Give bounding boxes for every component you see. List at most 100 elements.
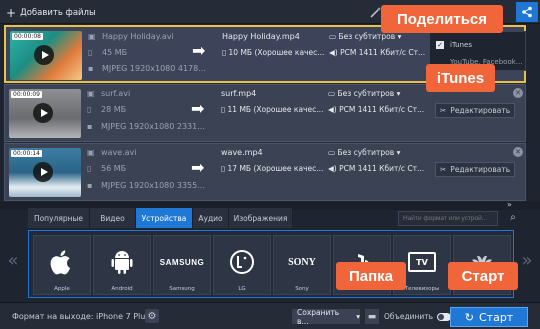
plus-icon: + (6, 5, 17, 20)
tab-popular[interactable]: Популярные (28, 208, 90, 228)
file-row[interactable]: 00:00:14 ▣ wave.avi ▯ 56 МБ ▪ MJPEG 1920x10… (4, 143, 526, 201)
duration-badge: 00:00:09 (11, 91, 42, 98)
source-size: ▯ 56 МБ (87, 164, 127, 173)
source-codec: ▪ MJPEG 1920x1080 4178... (88, 64, 206, 73)
output-size[interactable]: ▯ 11 МБ (Хорошее качес... (221, 105, 323, 114)
play-icon[interactable] (33, 103, 53, 123)
share-button[interactable] (516, 2, 538, 22)
itunes-callout: iTunes (426, 64, 495, 92)
apple-icon (34, 240, 90, 284)
edit-button-label: Редактировать (450, 165, 511, 174)
device-label: Samsung (169, 286, 195, 292)
scissors-icon: ✂ (440, 106, 447, 115)
source-size: ▯ 45 МБ (88, 48, 128, 57)
lg-icon (214, 240, 270, 284)
device-tile-samsung[interactable]: SAMSUNG Samsung (153, 235, 211, 295)
output-format-label: Формат на выходе: iPhone 7 Plus (12, 312, 150, 321)
samsung-icon: SAMSUNG (159, 257, 205, 267)
output-name[interactable]: wave.mp4 (221, 148, 263, 157)
play-icon[interactable] (34, 45, 54, 65)
sony-icon: SONY (288, 256, 316, 268)
device-tile-android[interactable]: Android (93, 235, 151, 295)
edit-button[interactable]: ✂ Редактировать (435, 162, 515, 177)
chevron-down-icon: ▾ (356, 312, 360, 321)
file-icon: ▯ (88, 48, 93, 57)
convert-arrow-icon: ➡ (192, 41, 206, 60)
share-callout: Поделиться (381, 5, 503, 33)
remove-file-icon[interactable]: ✕ (513, 147, 523, 157)
scroll-right-icon[interactable]: » (520, 240, 534, 280)
device-label: Android (111, 286, 133, 292)
video-icon: ▪ (87, 181, 93, 190)
bottom-bar: Формат на выходе: iPhone 7 Plus ⚙ Сохран… (0, 302, 540, 329)
scroll-left-icon[interactable]: « (6, 240, 20, 280)
share-menu-item-label: iTunes (450, 41, 472, 49)
audio-dropdown[interactable]: ◀) PCM 1411 Кбит/с Ст... (329, 48, 425, 57)
output-size[interactable]: ▯ 17 МБ (Хорошее качес... (221, 164, 323, 173)
video-icon: ▪ (88, 64, 94, 73)
edit-button[interactable]: ✂ Редактировать (435, 103, 515, 118)
audio-dropdown[interactable]: ◀) PCM 1411 Кбит/с Ст... (328, 164, 424, 173)
folder-icon[interactable]: ▬ (365, 309, 379, 324)
source-codec: ▪ MJPEG 1920x1080 3355... (87, 181, 205, 190)
subtitles-dropdown[interactable]: ▭ Без субтитров ▾ (328, 89, 400, 98)
merge-toggle[interactable]: Объединить (384, 312, 452, 321)
save-to-dropdown[interactable]: Сохранить в... ▾ (292, 308, 360, 326)
device-label: LG (238, 286, 246, 292)
device-detect-icon[interactable]: ⌕ (505, 209, 521, 225)
refresh-icon: ↻ (464, 310, 474, 324)
source-name: ▣ surf.avi (87, 89, 131, 98)
device-tile-lg[interactable]: LG (213, 235, 271, 295)
android-icon (94, 240, 150, 284)
film-icon: ▣ (87, 148, 95, 157)
start-button[interactable]: ↻ Старт (450, 307, 528, 327)
video-thumbnail[interactable]: 00:00:08 (10, 31, 82, 80)
file-icon: ▯ (87, 164, 92, 173)
tab-video[interactable]: Видео (90, 208, 136, 228)
source-name: ▣ Happy Holiday.avi (88, 32, 174, 41)
folder-callout: Папка (336, 262, 406, 290)
file-icon: ▯ (87, 105, 92, 114)
source-size: ▯ 28 МБ (87, 105, 127, 114)
device-label: Sony (295, 286, 309, 292)
speaker-icon: ◀) (328, 164, 340, 173)
toggle-switch[interactable] (437, 312, 452, 321)
output-name[interactable]: surf.mp4 (221, 89, 256, 98)
audio-dropdown[interactable]: ◀) PCM 1411 Кбит/с Ст... (328, 105, 424, 114)
output-size[interactable]: ▯ 10 МБ (Хорошее качес... (222, 48, 324, 57)
play-icon[interactable] (33, 162, 53, 182)
film-icon: ▣ (88, 32, 96, 41)
start-callout: Старт (448, 262, 518, 290)
convert-arrow-icon: ➡ (191, 99, 205, 118)
add-files-button[interactable]: + Добавить файлы (6, 5, 96, 20)
convert-arrow-icon: ➡ (191, 158, 205, 177)
film-icon: ▣ (87, 89, 95, 98)
format-search-input[interactable] (398, 211, 498, 226)
video-thumbnail[interactable]: 00:00:14 (9, 148, 81, 197)
duration-badge: 00:00:14 (11, 150, 42, 157)
device-grid: Apple Android SAMSUNG Samsung LG SONY So… (28, 230, 514, 298)
add-files-label: Добавить файлы (20, 7, 96, 18)
tab-devices[interactable]: Устройства (136, 208, 193, 228)
video-icon: ▪ (87, 122, 93, 131)
gear-icon[interactable]: ⚙ (145, 309, 159, 323)
video-thumbnail[interactable]: 00:00:09 (9, 89, 81, 138)
source-codec: ▪ MJPEG 1920x1080 2331... (87, 122, 205, 131)
share-menu-item-itunes[interactable]: ✓ iTunes (436, 41, 472, 49)
device-tile-sony[interactable]: SONY Sony (273, 235, 331, 295)
tab-images[interactable]: Изображения (229, 208, 293, 228)
speaker-icon: ◀) (328, 105, 340, 114)
subtitles-dropdown[interactable]: ▭ Без субтитров ▾ (329, 32, 401, 41)
source-name: ▣ wave.avi (87, 148, 137, 157)
tab-audio[interactable]: Аудио (193, 208, 229, 228)
file-row[interactable]: 00:00:09 ▣ surf.avi ▯ 28 МБ ▪ MJPEG 1920x10… (4, 84, 526, 142)
scissors-icon: ✂ (440, 165, 447, 174)
output-name[interactable]: Happy Holiday.mp4 (222, 32, 300, 41)
device-tile-apple[interactable]: Apple (33, 235, 91, 295)
subtitles-dropdown[interactable]: ▭ Без субтитров ▾ (328, 148, 400, 157)
checkbox-icon: ✓ (436, 41, 444, 49)
duration-badge: 00:00:08 (12, 33, 43, 40)
share-icon (522, 6, 532, 18)
remove-file-icon[interactable]: ✕ (513, 88, 523, 98)
speaker-icon: ◀) (329, 48, 341, 57)
